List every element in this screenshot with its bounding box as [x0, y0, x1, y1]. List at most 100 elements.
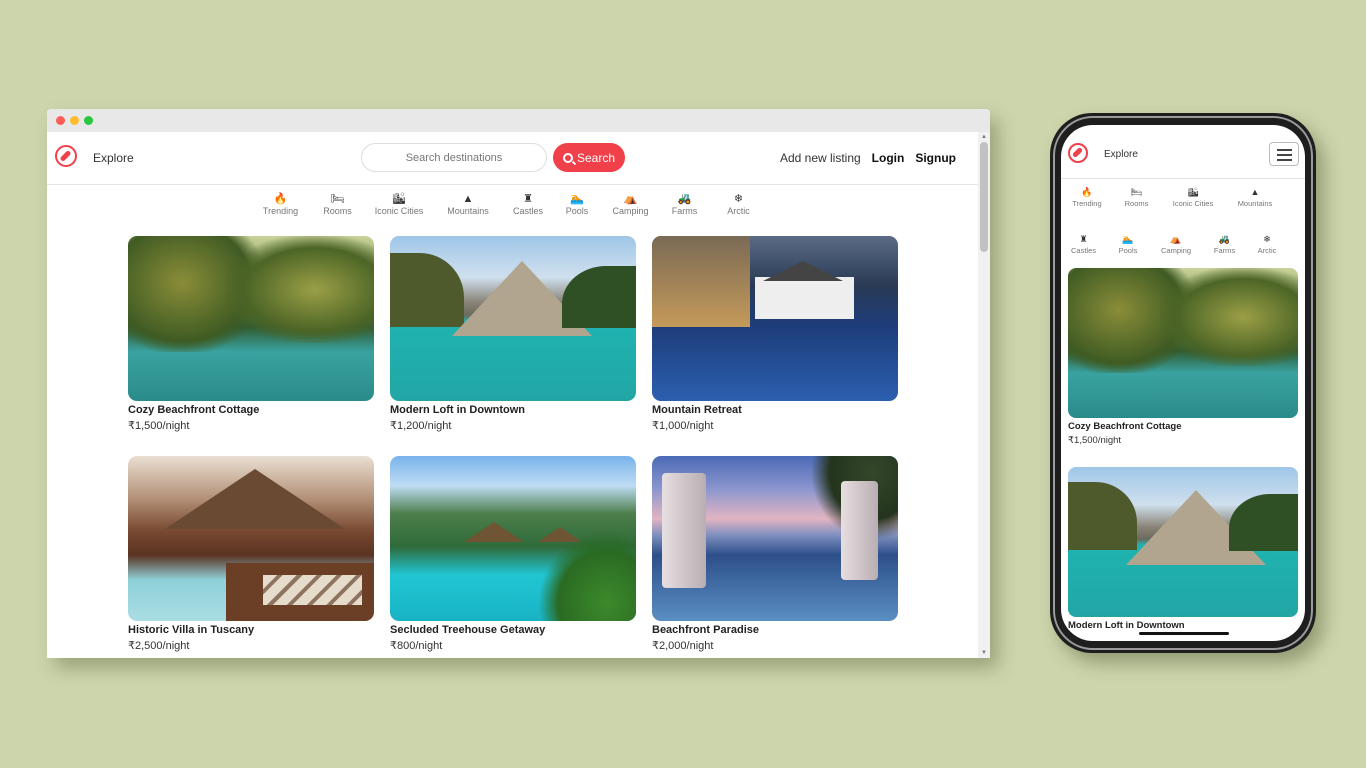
filter-rooms[interactable]: 🛏 Rooms: [309, 192, 366, 216]
listing-title: Cozy Beachfront Cottage: [128, 404, 260, 416]
listing-title: Secluded Treehouse Getaway: [390, 624, 546, 636]
login-link[interactable]: Login: [872, 151, 905, 165]
maximize-window-button[interactable]: [84, 116, 93, 125]
listing-title: Cozy Beachfront Cottage: [1068, 421, 1182, 432]
filter-castles[interactable]: ♜ Castles: [504, 192, 552, 216]
listing-title: Historic Villa in Tuscany: [128, 624, 255, 636]
listing-card[interactable]: Historic Villa in Tuscany ₹2,500/night: [128, 456, 374, 652]
search-button[interactable]: Search: [553, 143, 625, 172]
filter-rooms[interactable]: 🛏 Rooms: [1113, 186, 1160, 208]
listing-title: Beachfront Paradise: [652, 624, 759, 636]
listing-title: Modern Loft in Downtown: [1068, 620, 1185, 631]
filter-label: Mountains: [1237, 199, 1273, 208]
filter-farms[interactable]: 🚜 Farms: [659, 192, 710, 216]
browser-titlebar: [47, 109, 990, 132]
castle-icon: ♜: [1079, 234, 1088, 244]
filter-label: Farms: [671, 206, 698, 216]
listing-card[interactable]: Secluded Treehouse Getaway ₹800/night: [390, 456, 636, 652]
listing-image-villa-pool: [128, 456, 374, 621]
mobile-category-row-1: 🔥 Trending 🛏 Rooms 🏙 Iconic Cities ▲ Mountai…: [1061, 186, 1305, 208]
fire-icon: 🔥: [1081, 187, 1093, 197]
phone-screen: Explore 🔥 Trending 🛏 Rooms 🏙 Iconic Cities …: [1061, 125, 1305, 641]
filter-camping[interactable]: ⛺ Camping: [602, 192, 659, 216]
listing-card[interactable]: Modern Loft in Downtown ₹1,200/night: [390, 236, 636, 432]
listing-price: ₹1,000/night: [652, 420, 714, 432]
scrollbar-thumb[interactable]: [980, 142, 988, 252]
mobile-category-row-2: ♜ Castles 🏊 Pools ⛺ Camping 🚜 Farms ❄ Arctic: [1061, 233, 1305, 255]
filter-trending[interactable]: 🔥 Trending: [1061, 186, 1113, 208]
filter-label: Mountains: [447, 206, 489, 216]
listing-card[interactable]: Cozy Beachfront Cottage ₹1,500/night: [128, 236, 374, 432]
filter-label: Castles: [512, 206, 543, 216]
filter-mountains[interactable]: ▲ Mountains: [1226, 186, 1284, 208]
compass-logo-icon[interactable]: [55, 145, 77, 167]
desktop-browser-window: Explore Search Add new listing Login Sig…: [47, 109, 990, 658]
mobile-listing-card[interactable]: Modern Loft in Downtown: [1068, 467, 1298, 631]
hamburger-bar: [1277, 159, 1292, 161]
scroll-up-arrow-icon[interactable]: ▲: [981, 134, 987, 140]
listing-title: Mountain Retreat: [652, 404, 742, 416]
hamburger-menu-button[interactable]: [1269, 142, 1299, 166]
listing-price: ₹1,500/night: [128, 420, 190, 432]
fire-icon: 🔥: [273, 193, 288, 205]
phone-frame: Explore 🔥 Trending 🛏 Rooms 🏙 Iconic Cities …: [1050, 113, 1316, 653]
filter-camping[interactable]: ⛺ Camping: [1150, 233, 1202, 255]
filter-iconic-cities[interactable]: 🏙 Iconic Cities: [366, 192, 432, 216]
home-indicator[interactable]: [1139, 632, 1229, 635]
filter-trending[interactable]: 🔥 Trending: [252, 192, 309, 216]
filter-label: Arctic: [727, 206, 750, 216]
listing-image-jungle-lagoon: [1068, 268, 1298, 418]
listing-image-mountain-lake: [1068, 467, 1298, 617]
filter-arctic[interactable]: ❄ Arctic: [1247, 233, 1287, 255]
filter-label: Rooms: [323, 206, 352, 216]
tractor-icon: 🚜: [1218, 234, 1231, 244]
tractor-icon: 🚜: [677, 193, 692, 205]
filter-label: Rooms: [1124, 199, 1149, 208]
city-icon: 🏙: [1187, 187, 1199, 197]
listing-image-mountain-lake: [390, 236, 636, 401]
mobile-brand-link[interactable]: Explore: [1104, 149, 1138, 160]
city-icon: 🏙: [392, 193, 406, 205]
filter-castles[interactable]: ♜ Castles: [1061, 233, 1106, 255]
listing-image-beach-cabanas: [652, 456, 898, 621]
mobile-navbar: Explore: [1061, 125, 1305, 179]
close-window-button[interactable]: [56, 116, 65, 125]
listing-card[interactable]: Beachfront Paradise ₹2,000/night: [652, 456, 898, 652]
minimize-window-button[interactable]: [70, 116, 79, 125]
listing-image-resort-pool: [652, 236, 898, 401]
listing-price: ₹1,200/night: [390, 420, 452, 432]
listing-image-jungle-lagoon: [128, 236, 374, 401]
filter-iconic-cities[interactable]: 🏙 Iconic Cities: [1160, 186, 1226, 208]
filter-mountains[interactable]: ▲ Mountains: [432, 192, 504, 216]
filter-label: Castles: [1070, 246, 1096, 255]
filter-label: Camping: [612, 206, 649, 216]
nav-links: Add new listing Login Signup: [780, 151, 956, 165]
brand-link[interactable]: Explore: [93, 151, 134, 165]
filter-label: Pools: [565, 206, 589, 216]
filter-pools[interactable]: 🏊 Pools: [1106, 233, 1150, 255]
campground-icon: ⛺: [623, 193, 638, 205]
filter-label: Trending: [262, 206, 299, 216]
pool-icon: 🏊: [570, 193, 584, 205]
filter-label: Arctic: [1257, 246, 1277, 255]
filter-arctic[interactable]: ❄ Arctic: [710, 192, 767, 216]
campground-icon: ⛺: [1170, 234, 1182, 244]
compass-logo-icon[interactable]: [1068, 143, 1088, 163]
filter-label: Iconic Cities: [374, 206, 424, 216]
signup-link[interactable]: Signup: [915, 151, 956, 165]
scroll-down-arrow-icon[interactable]: ▼: [981, 650, 987, 656]
filter-farms[interactable]: 🚜 Farms: [1202, 233, 1247, 255]
search-icon: [562, 152, 573, 163]
hamburger-bar: [1277, 149, 1292, 151]
search-button-label: Search: [576, 150, 616, 165]
filter-pools[interactable]: 🏊 Pools: [552, 192, 602, 216]
page-viewport: Explore Search Add new listing Login Sig…: [47, 132, 978, 658]
filter-label: Camping: [1160, 246, 1191, 255]
filter-label: Farms: [1213, 246, 1236, 255]
filter-label: Pools: [1118, 246, 1138, 255]
page-scrollbar[interactable]: ▲ ▼: [978, 132, 990, 658]
mobile-listing-card[interactable]: Cozy Beachfront Cottage ₹1,500/night: [1068, 268, 1298, 446]
listing-card[interactable]: Mountain Retreat ₹1,000/night: [652, 236, 898, 432]
search-input[interactable]: [361, 143, 547, 172]
add-listing-link[interactable]: Add new listing: [780, 151, 861, 165]
